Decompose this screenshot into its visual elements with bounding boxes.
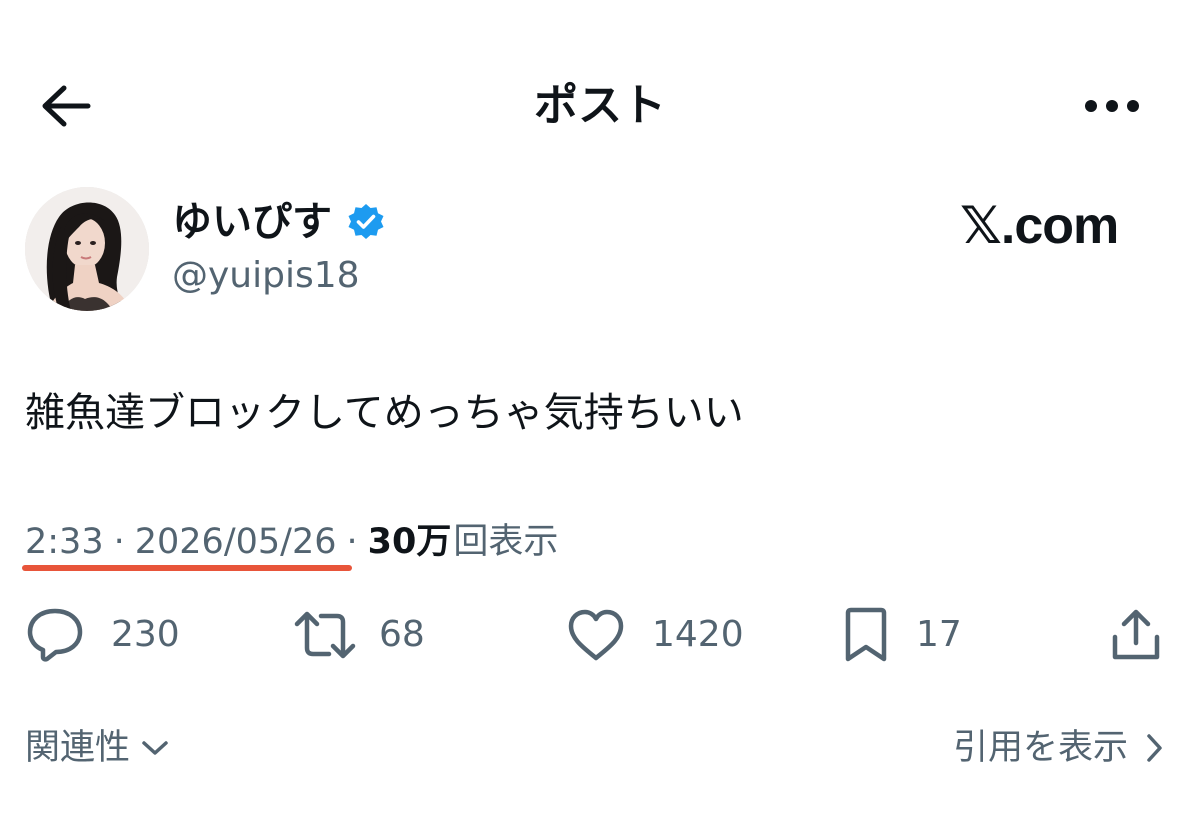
x-com-watermark: 𝕏.com — [960, 197, 1119, 255]
reply-icon — [27, 608, 83, 662]
bookmark-button[interactable]: 17 — [842, 605, 962, 665]
views-count: 30万 — [367, 522, 452, 562]
views-label: 回表示 — [453, 522, 559, 562]
chevron-down-icon — [142, 741, 168, 755]
related-label: 関連性 — [25, 728, 131, 768]
share-button[interactable] — [1110, 605, 1162, 665]
display-name-text: ゆいぴす — [172, 199, 332, 245]
author-display-name[interactable]: ゆいぴす — [172, 196, 386, 248]
retweet-button[interactable]: 68 — [293, 605, 425, 665]
timestamp-underline — [22, 565, 352, 571]
reply-count: 230 — [111, 614, 180, 655]
reply-button[interactable]: 230 — [25, 605, 180, 665]
page-title: ポスト — [534, 80, 666, 131]
view-quotes-button[interactable]: 引用を表示 — [953, 722, 1166, 774]
more-button[interactable] — [1072, 70, 1152, 142]
like-button[interactable]: 1420 — [566, 605, 744, 665]
verified-badge-icon — [346, 202, 386, 242]
author-handle[interactable]: @yuipis18 — [172, 252, 360, 300]
chevron-right-icon — [1147, 734, 1162, 762]
retweet-icon — [294, 611, 356, 659]
share-icon — [1112, 609, 1160, 660]
tweet-meta: 2:33 · 2026/05/26 · 30万 回表示 — [25, 518, 558, 566]
retweet-count: 68 — [379, 614, 425, 655]
meta-separator: · — [113, 522, 125, 562]
avatar-image — [25, 187, 149, 311]
tweet-time[interactable]: 2:33 — [25, 518, 104, 566]
heart-icon — [568, 609, 624, 661]
quotes-label: 引用を表示 — [952, 728, 1128, 768]
bookmark-count: 17 — [916, 614, 962, 655]
avatar[interactable] — [25, 187, 149, 311]
meta-separator: · — [346, 522, 358, 562]
tweet-date[interactable]: 2026/05/26 — [135, 518, 337, 566]
sort-related-button[interactable]: 関連性 — [25, 722, 170, 774]
more-horizontal-icon — [1085, 100, 1139, 112]
tweet-text: 雑魚達ブロックしてめっちゃ気持ちいい — [25, 390, 744, 436]
like-count: 1420 — [652, 614, 744, 655]
bookmark-icon — [845, 607, 887, 662]
